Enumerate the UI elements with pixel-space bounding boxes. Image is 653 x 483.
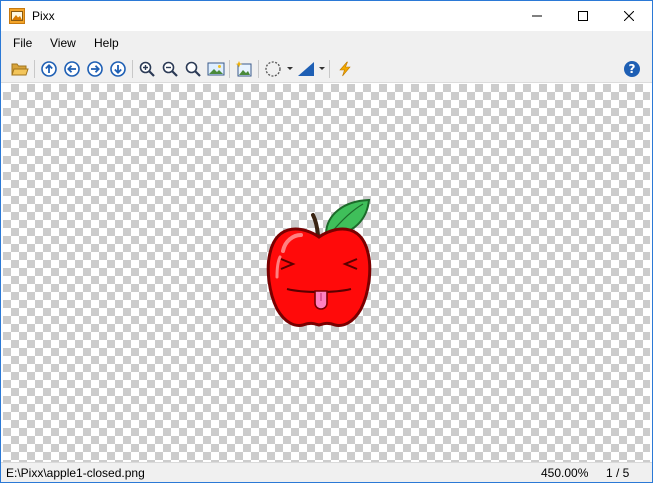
menu-file[interactable]: File xyxy=(13,36,32,50)
toolbar-separator xyxy=(229,60,230,78)
image-canvas[interactable] xyxy=(3,84,650,462)
next-button[interactable] xyxy=(86,60,104,78)
arrow-right-icon xyxy=(87,61,103,77)
title-bar[interactable]: Pixx xyxy=(1,1,652,31)
zoom-in-icon xyxy=(139,61,155,77)
menu-view[interactable]: View xyxy=(50,36,76,50)
help-icon: ? xyxy=(624,61,640,77)
brightness-button[interactable] xyxy=(297,60,315,78)
selection-icon xyxy=(265,61,281,77)
last-button[interactable] xyxy=(109,60,127,78)
close-button[interactable] xyxy=(606,1,652,31)
zoom-fit-button[interactable] xyxy=(184,60,202,78)
lightning-button[interactable] xyxy=(336,60,354,78)
minimize-button[interactable] xyxy=(514,1,560,31)
maximize-button[interactable] xyxy=(560,1,606,31)
zoom-in-button[interactable] xyxy=(138,60,156,78)
toolbar-separator xyxy=(258,60,259,78)
zoom-out-icon xyxy=(162,61,178,77)
minimize-icon xyxy=(532,15,542,17)
new-image-icon xyxy=(235,61,252,77)
arrow-up-icon xyxy=(41,61,57,77)
apple-image xyxy=(266,198,372,327)
new-image-button[interactable] xyxy=(235,60,253,78)
app-window: Pixx File View Help ? E:\Pixx\apple1-clo… xyxy=(0,0,653,483)
selection-button[interactable] xyxy=(264,60,282,78)
toolbar: ? xyxy=(1,55,652,83)
window-title: Pixx xyxy=(32,9,55,23)
first-button[interactable] xyxy=(40,60,58,78)
open-folder-icon xyxy=(11,63,29,76)
maximize-icon xyxy=(578,11,588,21)
actual-size-button[interactable] xyxy=(207,60,225,78)
arrow-left-icon xyxy=(64,61,80,77)
close-icon xyxy=(624,11,634,21)
previous-button[interactable] xyxy=(63,60,81,78)
zoom-fit-icon xyxy=(185,61,201,77)
toolbar-separator xyxy=(329,60,330,78)
picture-icon xyxy=(207,62,225,76)
page-indicator: 1 / 5 xyxy=(606,466,630,480)
svg-text:?: ? xyxy=(629,62,636,76)
toolbar-separator xyxy=(132,60,133,78)
status-bar: E:\Pixx\apple1-closed.png 450.00% 1 / 5 xyxy=(1,462,652,482)
arrow-down-icon xyxy=(110,61,126,77)
zoom-level: 450.00% xyxy=(541,466,589,480)
lightning-icon xyxy=(339,61,351,77)
toolbar-separator xyxy=(34,60,35,78)
brightness-icon xyxy=(298,62,314,76)
zoom-out-button[interactable] xyxy=(161,60,179,78)
brightness-dropdown-icon[interactable] xyxy=(319,67,325,70)
open-button[interactable] xyxy=(11,60,29,78)
menu-bar: File View Help xyxy=(1,31,652,55)
menu-help[interactable]: Help xyxy=(94,36,119,50)
file-path: E:\Pixx\apple1-closed.png xyxy=(6,466,145,480)
help-button[interactable]: ? xyxy=(623,60,641,78)
app-icon xyxy=(9,8,25,24)
selection-dropdown-icon[interactable] xyxy=(287,67,293,70)
